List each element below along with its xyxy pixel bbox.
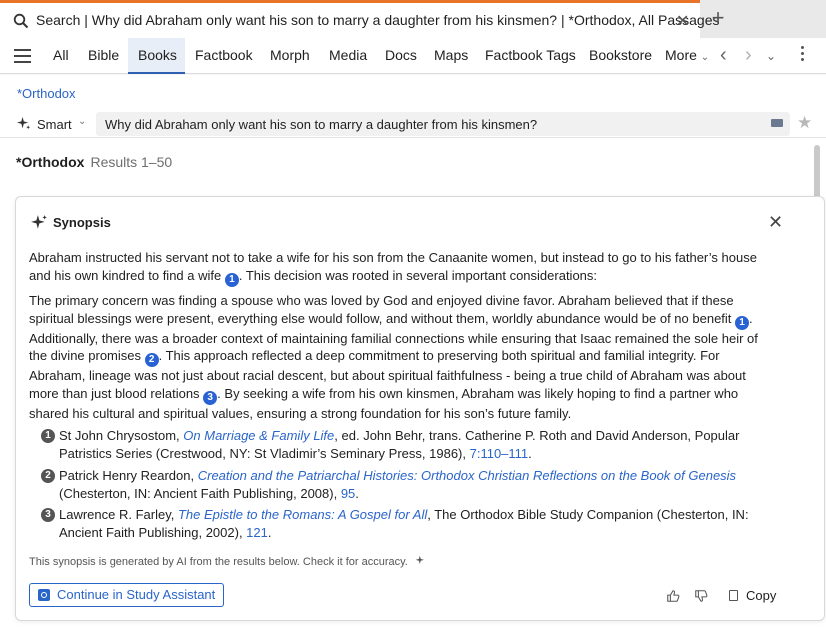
reference-title-link[interactable]: Creation and the Patriarchal Histories: … bbox=[198, 468, 736, 483]
reference-number: 2 bbox=[41, 469, 55, 483]
reference-author: Lawrence R. Farley, bbox=[59, 507, 178, 522]
thumbs-up-icon[interactable] bbox=[666, 589, 680, 603]
reference-page-link[interactable]: 121 bbox=[246, 525, 268, 540]
search-input[interactable] bbox=[96, 112, 790, 136]
reference-item: 3 Lawrence R. Farley, The Epistle to the… bbox=[41, 506, 761, 541]
nav-factbook-tags[interactable]: Factbook Tags bbox=[475, 38, 586, 74]
more-options-icon[interactable] bbox=[798, 46, 806, 64]
nav-maps[interactable]: Maps bbox=[424, 38, 478, 74]
synopsis-paragraph-2: The primary concern was finding a spouse… bbox=[29, 292, 775, 422]
nav-more-label: More bbox=[665, 47, 697, 63]
nav-all[interactable]: All bbox=[43, 38, 79, 74]
star-icon[interactable]: ★ bbox=[797, 113, 812, 133]
sparkle-icon bbox=[16, 116, 31, 130]
reference-title-link[interactable]: The Epistle to the Romans: A Gospel for … bbox=[178, 507, 427, 522]
history-chevron-icon[interactable]: ⌄ bbox=[766, 49, 776, 63]
copy-button[interactable]: Copy bbox=[746, 588, 776, 603]
synopsis-title: Synopsis bbox=[53, 215, 111, 230]
tab-title: Search | Why did Abraham only want his s… bbox=[36, 12, 720, 28]
nav-more[interactable]: More ⌄ bbox=[655, 38, 719, 74]
citation-badge[interactable]: 1 bbox=[735, 315, 750, 330]
reference-details: (Chesterton, IN: Ancient Faith Publishin… bbox=[59, 485, 341, 501]
reference-page-link[interactable]: 7:110–111 bbox=[470, 446, 529, 461]
library-link[interactable]: *Orthodox bbox=[17, 86, 76, 101]
reference-end: . bbox=[267, 524, 272, 540]
results-library: *Orthodox bbox=[16, 154, 85, 170]
reference-item: 1 St John Chrysostom, On Marriage & Fami… bbox=[41, 427, 761, 462]
citation-badge[interactable]: 3 bbox=[203, 390, 218, 405]
tab-bar: Search | Why did Abraham only want his s… bbox=[0, 0, 826, 38]
reference-end: . bbox=[528, 445, 532, 461]
menu-icon[interactable] bbox=[14, 49, 31, 63]
continue-study-assistant-button[interactable]: Continue in Study Assistant bbox=[29, 583, 225, 607]
button-label: Continue in Study Assistant bbox=[57, 587, 216, 602]
forward-arrow-icon[interactable]: › bbox=[745, 44, 752, 67]
resource-nav-bar: All Bible Books Factbook Morph Media Doc… bbox=[0, 38, 826, 74]
sparkle-icon bbox=[415, 555, 424, 564]
close-icon[interactable]: ✕ bbox=[768, 212, 783, 233]
new-tab-button[interactable]: + bbox=[708, 5, 728, 31]
chevron-down-icon: ⌄ bbox=[700, 52, 710, 63]
ai-disclaimer: This synopsis is generated by AI from th… bbox=[29, 555, 426, 568]
reference-title-link[interactable]: On Marriage & Family Life bbox=[183, 428, 334, 443]
query-bar: Smart ⌄ ★ bbox=[0, 108, 826, 138]
paragraph-text: The primary concern was finding a spouse… bbox=[29, 293, 734, 326]
sparkle-icon bbox=[31, 215, 47, 229]
synopsis-paragraph-1: Abraham instructed his servant not to ta… bbox=[29, 249, 775, 287]
search-panel: *Orthodox Smart ⌄ ★ *Orthodox Results 1–5… bbox=[0, 75, 826, 631]
nav-media[interactable]: Media bbox=[319, 38, 377, 74]
paragraph-text: . This decision was rooted in several im… bbox=[238, 267, 598, 283]
study-assistant-icon bbox=[38, 589, 50, 601]
search-mode-selector[interactable]: Smart bbox=[37, 117, 72, 132]
citation-badge[interactable]: 1 bbox=[224, 272, 239, 287]
back-arrow-icon[interactable]: ‹ bbox=[720, 44, 727, 67]
nav-books[interactable]: Books bbox=[128, 38, 185, 74]
keyboard-icon[interactable] bbox=[771, 119, 783, 127]
nav-bible[interactable]: Bible bbox=[78, 38, 129, 74]
nav-docs[interactable]: Docs bbox=[375, 38, 427, 74]
search-tab[interactable]: Search | Why did Abraham only want his s… bbox=[0, 0, 719, 38]
reference-number: 1 bbox=[41, 429, 55, 443]
chevron-down-icon[interactable]: ⌄ bbox=[78, 116, 86, 127]
citation-badge[interactable]: 2 bbox=[144, 353, 159, 367]
nav-factbook[interactable]: Factbook bbox=[185, 38, 263, 74]
nav-morph[interactable]: Morph bbox=[260, 38, 320, 74]
results-count: Results 1–50 bbox=[90, 154, 173, 170]
nav-bookstore[interactable]: Bookstore bbox=[579, 38, 662, 74]
reference-number: 3 bbox=[41, 508, 55, 522]
reference-item: 2 Patrick Henry Reardon, Creation and th… bbox=[41, 467, 761, 502]
reference-page-link[interactable]: 95 bbox=[341, 486, 355, 501]
search-icon bbox=[13, 13, 29, 29]
close-tab-icon[interactable]: ✕ bbox=[676, 11, 689, 31]
results-header: *Orthodox Results 1–50 bbox=[16, 154, 172, 170]
reference-end: . bbox=[355, 485, 359, 501]
copy-icon[interactable] bbox=[729, 590, 738, 601]
synopsis-card: Synopsis ✕ Abraham instructed his servan… bbox=[15, 196, 825, 621]
disclaimer-text: This synopsis is generated by AI from th… bbox=[29, 556, 408, 568]
reference-author: Patrick Henry Reardon, bbox=[59, 468, 198, 483]
reference-author: St John Chrysostom, bbox=[59, 428, 184, 443]
thumbs-down-icon[interactable] bbox=[694, 589, 708, 603]
